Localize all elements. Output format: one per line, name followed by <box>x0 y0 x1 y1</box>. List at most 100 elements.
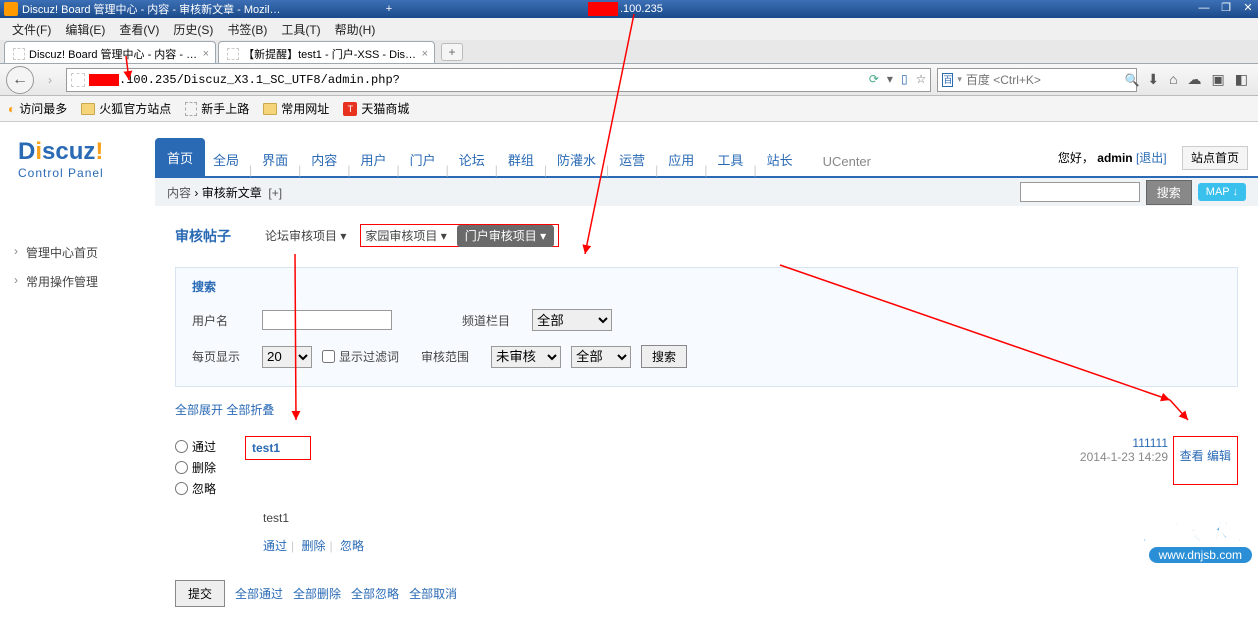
scope-select-1[interactable]: 未审核 <box>491 346 561 368</box>
nav-group[interactable]: 群组 <box>500 142 542 177</box>
crumb-sep: › <box>194 186 198 200</box>
search-icon[interactable]: 🔍 <box>1125 73 1140 87</box>
view-link[interactable]: 查看 <box>1180 449 1204 463</box>
scope-select-2[interactable]: 全部 <box>571 346 631 368</box>
redacted-block <box>588 2 618 16</box>
reload-icon[interactable]: ⟳ <box>869 72 879 87</box>
item-title[interactable]: test1 <box>252 441 280 455</box>
back-button[interactable]: ← <box>6 66 34 94</box>
item-number[interactable]: 111111 <box>1132 436 1168 450</box>
device-icon[interactable]: ▯ <box>901 72 908 87</box>
filter-portal[interactable]: 门户审核项目 ▾ <box>457 225 554 247</box>
show-filter-checkbox[interactable] <box>322 350 335 363</box>
browser-tab[interactable]: 【新提醒】test1 - 门户-XSS - Dis… × <box>218 41 435 63</box>
url-right-icons: ⟳ ▾ ▯ ☆ <box>869 72 926 87</box>
tab-close-icon[interactable]: × <box>422 48 428 60</box>
crumb-content[interactable]: 内容 <box>167 186 191 200</box>
menu-bookmarks[interactable]: 书签(B) <box>221 19 273 40</box>
new-tab-button[interactable]: + <box>441 43 463 61</box>
search-box[interactable]: 百 ▾ 🔍 <box>937 68 1137 92</box>
action-delete[interactable]: 删除 <box>301 539 325 553</box>
nav-ucenter[interactable]: UCenter <box>815 146 879 177</box>
all-delete[interactable]: 全部删除 <box>293 585 341 602</box>
nav-user[interactable]: 用户 <box>352 142 394 177</box>
folder-icon <box>81 103 95 115</box>
search-panel: 搜索 用户名 频道栏目 全部 每页显示 20 显示过滤词 审核范围 未审核 全部… <box>175 267 1238 387</box>
address-bar[interactable]: .100.235/ Discuz_X3.1_SC_UTF8/admin.php?… <box>66 68 931 92</box>
nav-content[interactable]: 内容 <box>303 142 345 177</box>
map-button[interactable]: MAP ↓ <box>1198 183 1246 201</box>
crumb-plus[interactable]: [+] <box>268 186 282 200</box>
fullscreen-icon[interactable]: ▣ <box>1212 71 1225 88</box>
filter-forum[interactable]: 论坛审核项目 ▾ <box>265 227 346 244</box>
bookmark-item[interactable]: 新手上路 <box>185 100 249 117</box>
all-ignore[interactable]: 全部忽略 <box>351 585 399 602</box>
username-input[interactable] <box>262 310 392 330</box>
annotation-redbox-ops: 查看 编辑 <box>1173 436 1238 485</box>
search-input[interactable] <box>966 73 1121 87</box>
filter-home[interactable]: 家园审核项目 ▾ <box>365 229 446 243</box>
nav-global[interactable]: 全局 <box>205 142 247 177</box>
nav-portal[interactable]: 门户 <box>402 142 444 177</box>
breadcrumb-bar: 内容 › 审核新文章 [+] 搜索 MAP ↓ <box>155 176 1258 206</box>
edit-link[interactable]: 编辑 <box>1207 449 1231 463</box>
nav-home[interactable]: 首页 <box>155 138 205 177</box>
action-pass[interactable]: 通过 <box>263 539 287 553</box>
bookmark-item[interactable]: 火狐官方站点 <box>81 100 171 117</box>
tab-close-icon[interactable]: × <box>203 48 209 60</box>
url-path: Discuz_X3.1_SC_UTF8/admin.php? <box>184 73 400 87</box>
radio-pass[interactable] <box>175 440 188 453</box>
collapse-all[interactable]: 全部折叠 <box>226 403 274 417</box>
most-visited[interactable]: ◐访问最多 <box>8 100 67 117</box>
logout-link[interactable]: [退出] <box>1136 151 1167 165</box>
crumb-search-input[interactable] <box>1020 182 1140 202</box>
expand-all[interactable]: 全部展开 <box>175 403 223 417</box>
menu-history[interactable]: 历史(S) <box>167 19 219 40</box>
left-menu-item[interactable]: 常用操作管理 <box>14 267 155 296</box>
addon-icon[interactable]: ◧ <box>1235 71 1248 88</box>
downloads-icon[interactable]: ⬇ <box>1147 71 1159 88</box>
submit-button[interactable]: 提交 <box>175 580 225 607</box>
nav-tools[interactable]: 工具 <box>709 142 751 177</box>
bookmark-star-icon[interactable]: ☆ <box>916 72 927 87</box>
titlebar-plus-icon[interactable]: + <box>382 2 396 16</box>
close-button[interactable]: ✕ <box>1238 0 1258 16</box>
site-home-button[interactable]: 站点首页 <box>1182 146 1248 170</box>
admin-main: 首页 全局| 界面| 内容| 用户| 门户| 论坛| 群组| 防灌水| 运营| … <box>155 122 1258 625</box>
left-menu-item[interactable]: 管理中心首页 <box>14 238 155 267</box>
action-ignore[interactable]: 忽略 <box>340 539 364 553</box>
nav-ui[interactable]: 界面 <box>254 142 296 177</box>
nav-forum[interactable]: 论坛 <box>451 142 493 177</box>
menu-file[interactable]: 文件(F) <box>6 19 57 40</box>
home-icon[interactable]: ⌂ <box>1169 71 1177 88</box>
perpage-select[interactable]: 20 <box>262 346 312 368</box>
menu-tools[interactable]: 工具(T) <box>275 19 326 40</box>
crumb-search-button[interactable]: 搜索 <box>1146 180 1192 205</box>
minimize-button[interactable]: — <box>1194 0 1214 16</box>
nav-founder[interactable]: 站长 <box>759 142 801 177</box>
dropdown-icon[interactable]: ▾ <box>887 72 893 87</box>
menu-edit[interactable]: 编辑(E) <box>59 19 111 40</box>
all-pass[interactable]: 全部通过 <box>235 585 283 602</box>
browser-tab-active[interactable]: Discuz! Board 管理中心 - 内容 - … × <box>4 41 216 63</box>
radio-ignore[interactable] <box>175 482 188 495</box>
nav-ops[interactable]: 运营 <box>611 142 653 177</box>
crumb-current: 审核新文章 <box>202 186 262 200</box>
maximize-button[interactable]: ❐ <box>1216 0 1236 16</box>
content-area: 审核帖子 论坛审核项目 ▾ 家园审核项目 ▾ 门户审核项目 ▾ 搜索 用户名 频… <box>155 206 1258 625</box>
search-engine-icon[interactable]: 百 <box>942 73 953 87</box>
bookmark-item[interactable]: T天猫商城 <box>343 100 409 117</box>
menu-view[interactable]: 查看(V) <box>113 19 165 40</box>
radio-delete[interactable] <box>175 461 188 474</box>
all-cancel[interactable]: 全部取消 <box>409 585 457 602</box>
nav-app[interactable]: 应用 <box>660 142 702 177</box>
channel-select[interactable]: 全部 <box>532 309 612 331</box>
nav-antispam[interactable]: 防灌水 <box>549 142 604 177</box>
panel-heading: 搜索 <box>192 278 1221 295</box>
forward-button[interactable]: › <box>40 73 60 87</box>
panel-search-button[interactable]: 搜索 <box>641 345 687 368</box>
bookmark-item[interactable]: 常用网址 <box>263 100 329 117</box>
menu-help[interactable]: 帮助(H) <box>329 19 382 40</box>
cloud-icon[interactable]: ☁ <box>1188 71 1202 88</box>
search-dropdown-icon[interactable]: ▾ <box>957 74 962 85</box>
